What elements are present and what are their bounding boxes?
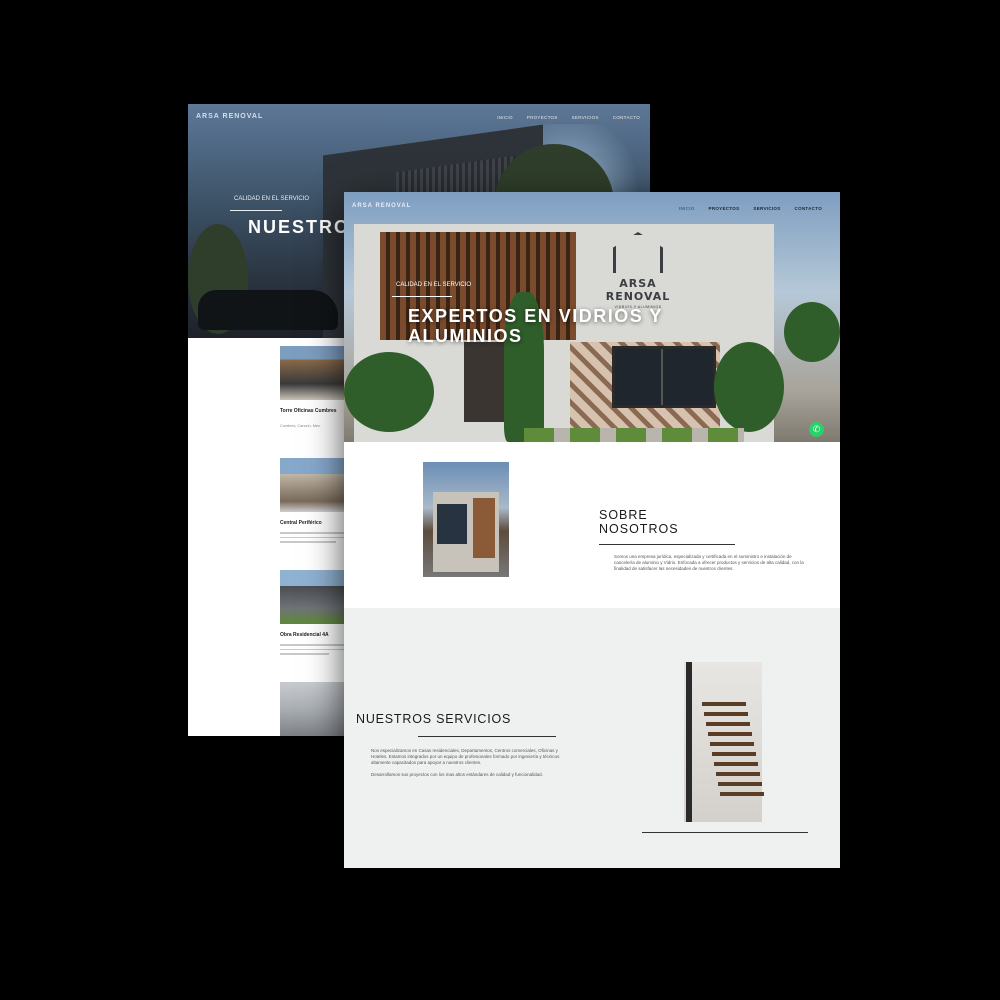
stair-step	[720, 792, 764, 796]
hero-tree	[784, 302, 840, 362]
front-hero-title: EXPERTOS EN VIDRIOS Y ALUMINIOS	[408, 306, 663, 346]
back-hero-divider	[230, 210, 282, 211]
front-nav-proyectos[interactable]: PROYECTOS	[709, 206, 740, 211]
front-hero-tagline: CALIDAD EN EL SERVICIO	[396, 282, 472, 288]
back-nav-proyectos[interactable]: PROYECTOS	[527, 115, 558, 120]
sobre-nosotros-divider	[599, 544, 735, 545]
sobre-nosotros-image	[423, 462, 509, 577]
facade-brand-name: ARSA RENOVAL	[605, 277, 671, 303]
project-image[interactable]	[280, 570, 344, 624]
back-logo[interactable]: ARSA RENOVAL	[196, 113, 263, 120]
project-title[interactable]: Obra Residencial 4A	[280, 632, 350, 638]
hero-plant	[714, 342, 784, 432]
stair-step	[714, 762, 758, 766]
stair-step	[702, 702, 746, 706]
front-hero-banner: ARSA RENOVAL VIDRIOS Y ALUMINIOS ARSA RE…	[344, 192, 840, 442]
hero-plant	[344, 352, 434, 432]
stair-step	[712, 752, 756, 756]
servicios-divider	[418, 736, 556, 737]
back-nav-menu: INICIO PROYECTOS SERVICIOS CONTACTO	[497, 115, 640, 120]
servicios-image-divider	[642, 832, 808, 833]
whatsapp-icon[interactable]: ✆	[809, 422, 824, 437]
servicios-text-2: Desarrollamos sus proyectos con los mas …	[371, 772, 543, 777]
stair-step	[716, 772, 760, 776]
project-meta: Cumbres, Cancún, Mex.	[280, 424, 321, 428]
back-hero-car	[198, 290, 338, 330]
back-hero-tagline: CALIDAD EN EL SERVICIO	[234, 196, 310, 202]
project-image[interactable]	[280, 346, 344, 400]
back-nav-contacto[interactable]: CONTACTO	[613, 115, 640, 120]
stair-step	[708, 732, 752, 736]
project-description	[280, 532, 350, 543]
back-nav-servicios[interactable]: SERVICIOS	[572, 115, 599, 120]
front-nav-contacto[interactable]: CONTACTO	[795, 206, 822, 211]
sobre-nosotros-text: Somos una empresa jurídica, especializad…	[614, 554, 804, 571]
front-nav-inicio[interactable]: INICIO	[679, 206, 695, 211]
stair-step	[704, 712, 748, 716]
house-logo-icon	[613, 232, 663, 273]
project-card[interactable]	[280, 682, 350, 736]
sobre-image-wood	[473, 498, 495, 558]
project-title[interactable]: Central Periférico	[280, 520, 350, 526]
project-card[interactable]: Torre Oficinas Cumbres Cumbres, Cancún, …	[280, 346, 350, 428]
stair-step	[718, 782, 762, 786]
project-image[interactable]	[280, 458, 344, 512]
sobre-nosotros-title: SOBRE NOSOTROS	[599, 508, 679, 536]
hero-facade-logo: ARSA RENOVAL VIDRIOS Y ALUMINIOS	[590, 232, 686, 309]
front-nav-menu: INICIO PROYECTOS SERVICIOS CONTACTO	[679, 206, 822, 211]
servicios-title: NUESTROS SERVICIOS	[356, 712, 512, 726]
front-page-screenshot: ARSA RENOVAL VIDRIOS Y ALUMINIOS ARSA RE…	[344, 192, 840, 868]
stair-step	[706, 722, 750, 726]
project-card[interactable]: Obra Residencial 4A	[280, 570, 350, 658]
front-navbar: ARSA RENOVAL INICIO PROYECTOS SERVICIOS …	[344, 192, 840, 220]
front-logo[interactable]: ARSA RENOVAL	[352, 203, 411, 209]
stair-step	[710, 742, 754, 746]
stair-rail	[686, 662, 692, 822]
hero-lawn	[524, 428, 744, 442]
front-hero-divider	[392, 296, 452, 297]
project-title[interactable]: Torre Oficinas Cumbres	[280, 408, 350, 414]
back-navbar: ARSA RENOVAL INICIO PROYECTOS SERVICIOS …	[188, 104, 650, 132]
project-card[interactable]: Central Periférico	[280, 458, 350, 546]
servicios-stair-image	[684, 662, 764, 822]
front-nav-servicios[interactable]: SERVICIOS	[753, 206, 780, 211]
project-image[interactable]	[280, 682, 344, 736]
servicios-section: NUESTROS SERVICIOS Nos especializamos en…	[344, 608, 840, 868]
hero-house-window	[612, 346, 716, 408]
sobre-image-window	[437, 504, 467, 544]
project-description	[280, 644, 350, 655]
back-nav-inicio[interactable]: INICIO	[497, 115, 513, 120]
servicios-text: Nos especializamos en Casas residenciale…	[371, 748, 560, 765]
